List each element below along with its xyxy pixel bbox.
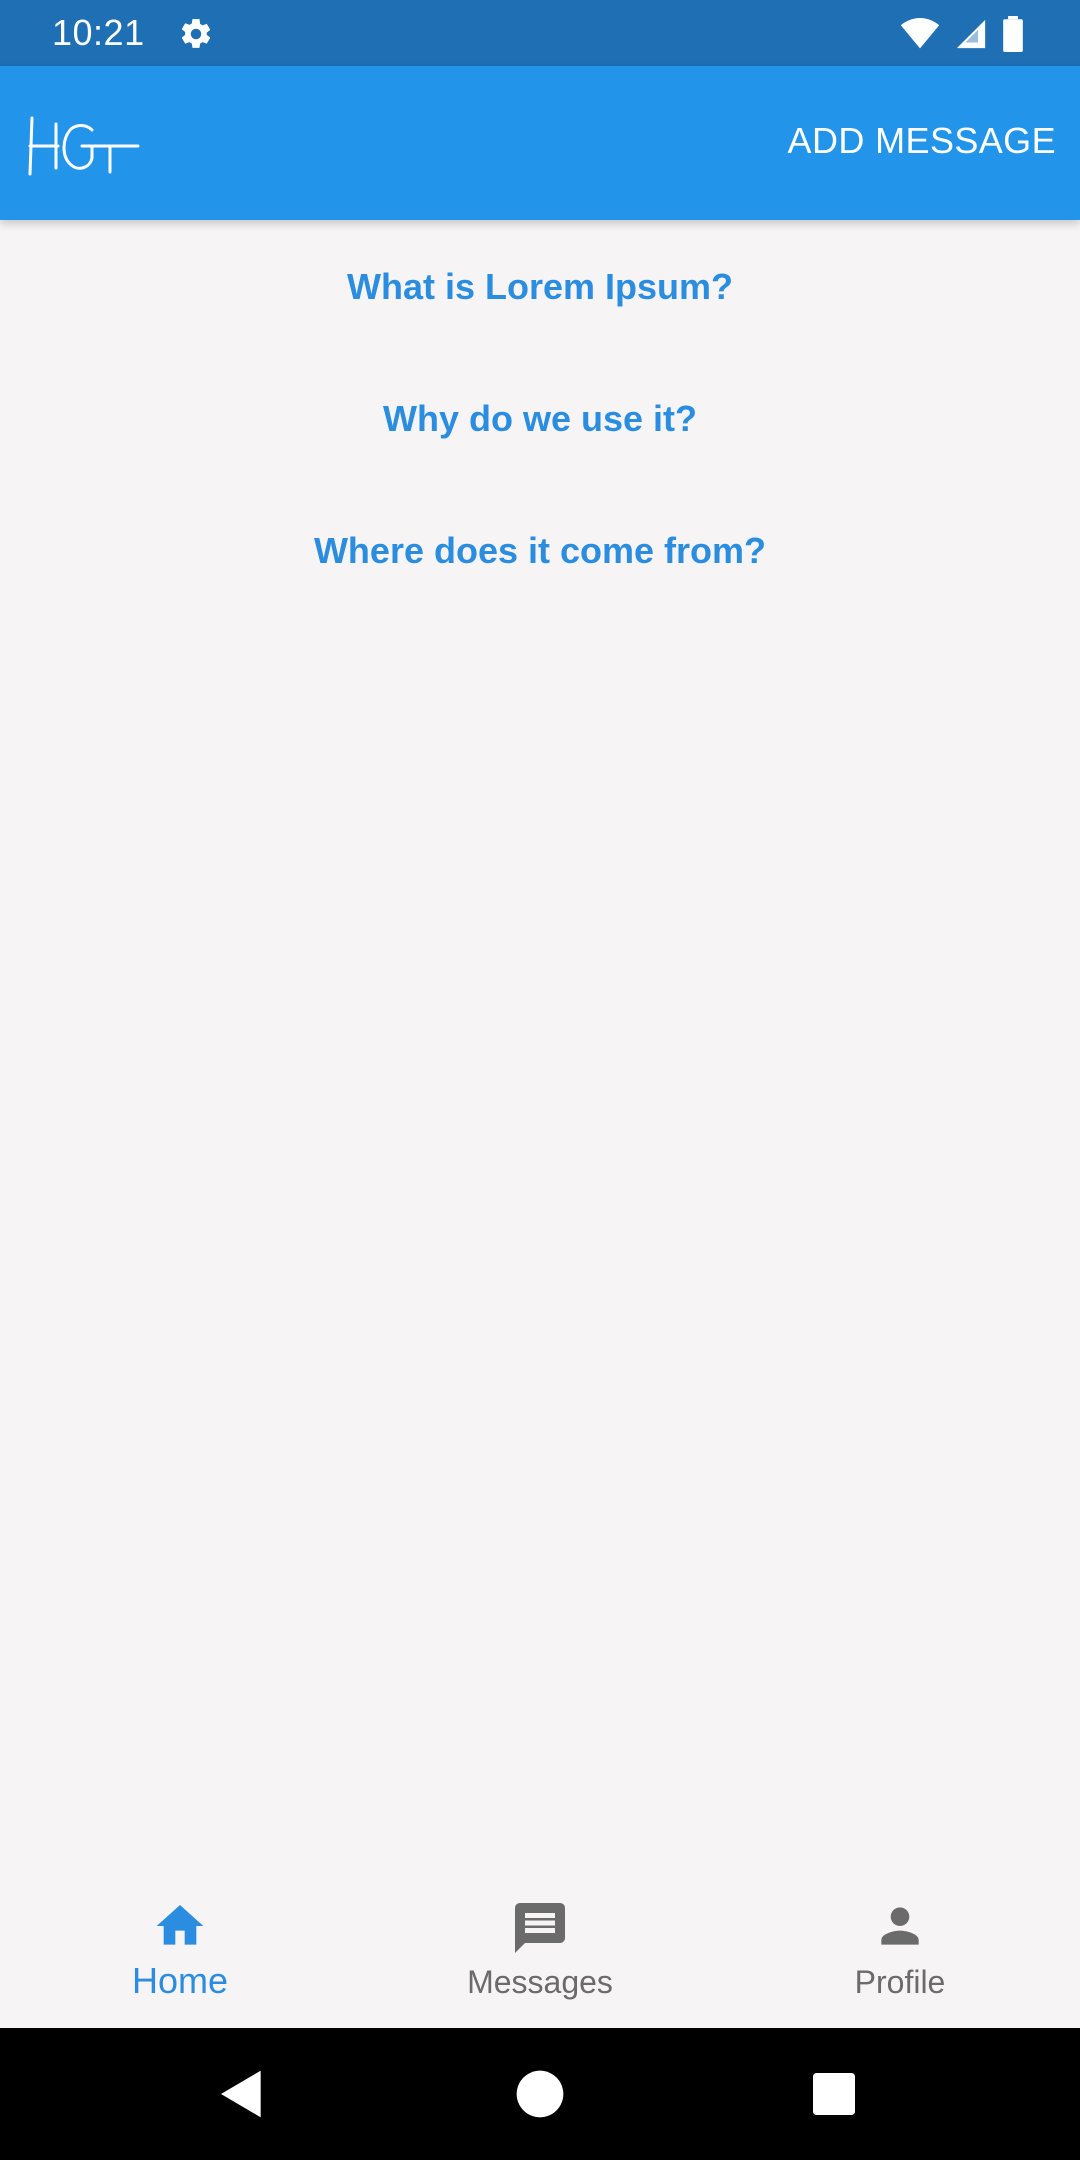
question-list: What is Lorem Ipsum? Why do we use it? W…: [0, 220, 1080, 1880]
bottom-nav: Home Messages Profile: [0, 1880, 1080, 2028]
home-circle-icon[interactable]: [512, 2066, 568, 2122]
status-bar: 10:21: [0, 0, 1080, 66]
nav-home[interactable]: Home: [0, 1880, 360, 2028]
question-link[interactable]: Where does it come from?: [0, 530, 1080, 572]
wifi-icon: [900, 18, 940, 49]
nav-messages-label: Messages: [467, 1964, 613, 2000]
add-message-button[interactable]: ADD MESSAGE: [788, 120, 1056, 162]
question-link[interactable]: What is Lorem Ipsum?: [0, 266, 1080, 308]
hg-logo: [28, 116, 140, 176]
gear-icon: [181, 18, 211, 48]
system-nav-bar: [0, 2028, 1080, 2160]
status-time: 10:21: [52, 12, 145, 53]
back-icon[interactable]: [214, 2066, 270, 2122]
nav-profile[interactable]: Profile: [720, 1880, 1080, 2028]
home-icon: [0, 1898, 360, 1958]
nav-messages[interactable]: Messages: [360, 1880, 720, 2028]
person-icon: [720, 1898, 1080, 1958]
signal-icon: [956, 19, 986, 49]
question-link[interactable]: Why do we use it?: [0, 398, 1080, 440]
message-icon: [360, 1898, 720, 1958]
status-icons: [900, 16, 1024, 52]
app-screen: 10:21 ADD MESSAGE What is Lorem Ipsum? W…: [0, 0, 1080, 2160]
nav-profile-label: Profile: [854, 1964, 946, 2000]
app-bar: ADD MESSAGE: [0, 66, 1080, 220]
nav-home-label: Home: [131, 1960, 229, 2001]
battery-icon: [1003, 16, 1023, 52]
recents-icon[interactable]: [806, 2066, 862, 2122]
